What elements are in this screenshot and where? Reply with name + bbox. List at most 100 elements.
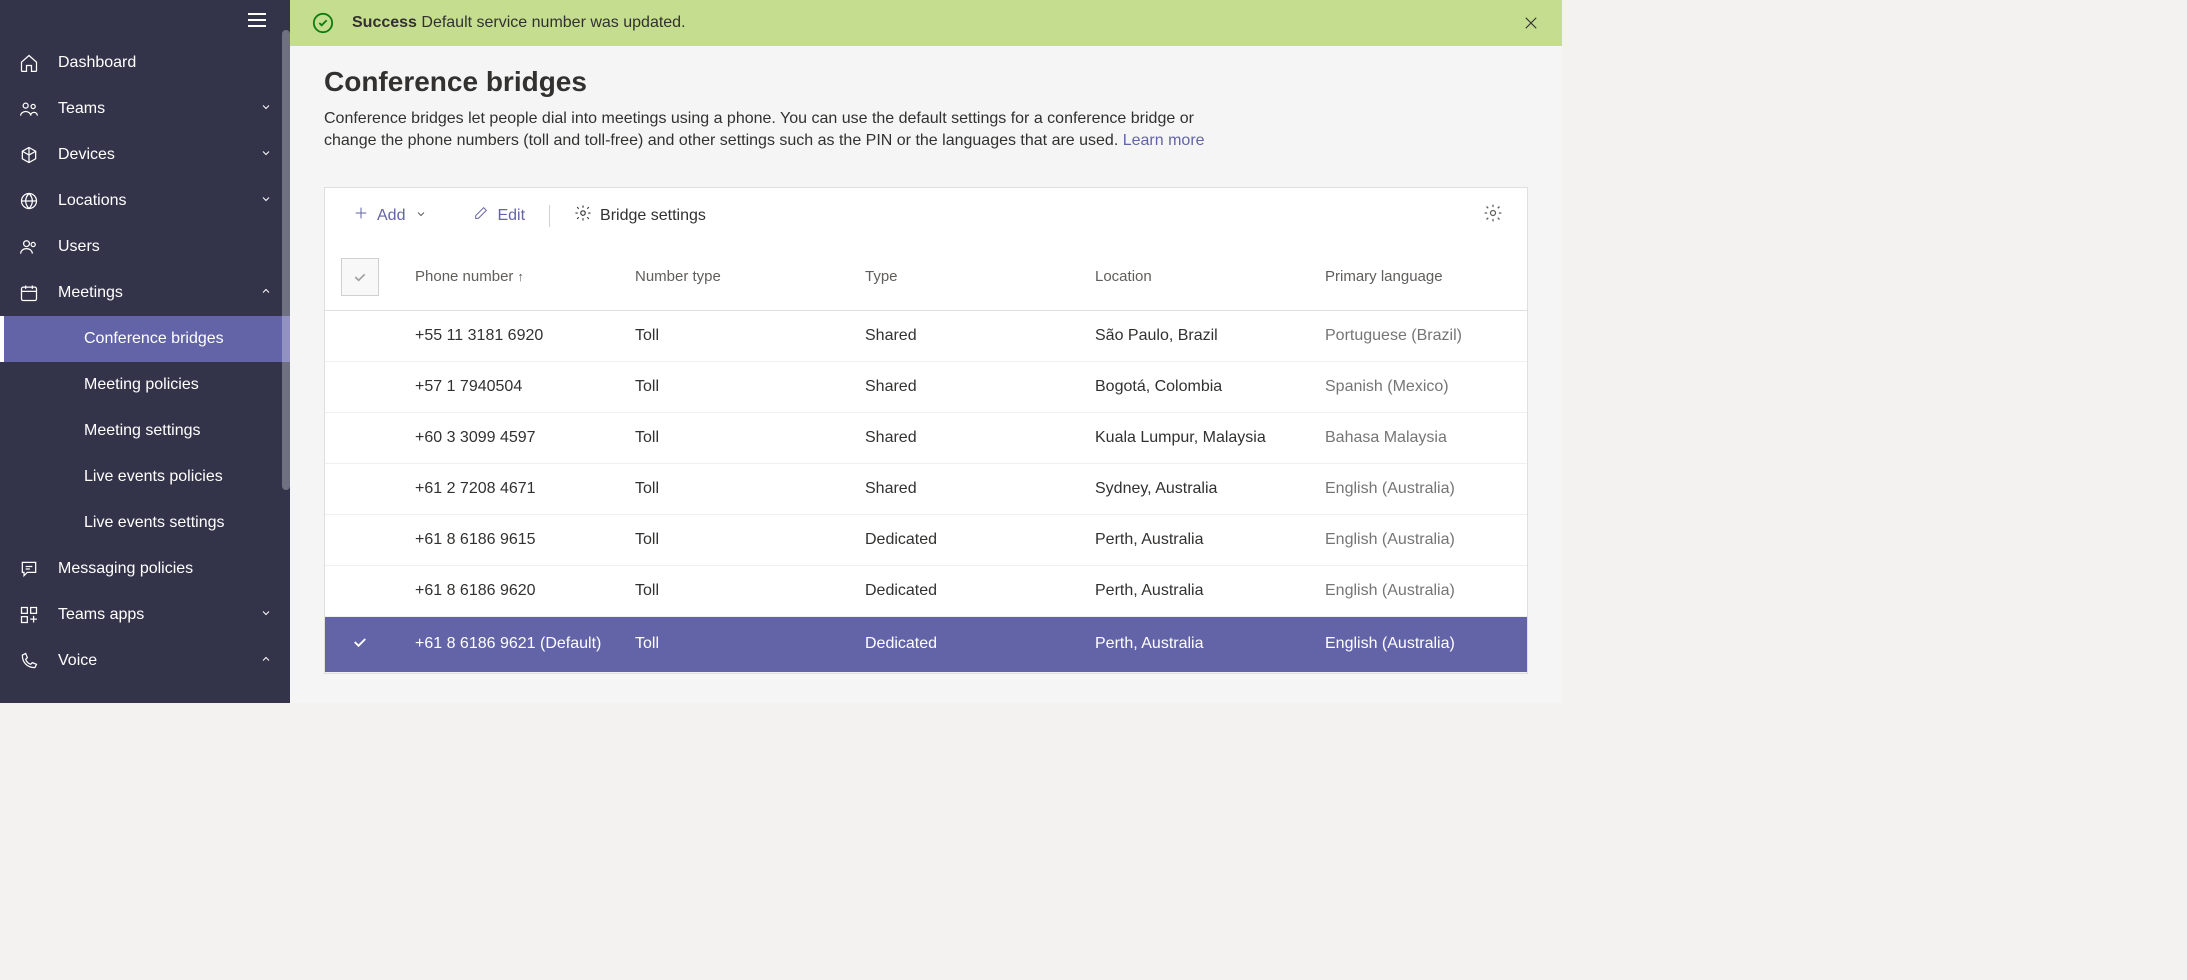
device-icon bbox=[18, 144, 40, 166]
select-all-checkbox[interactable] bbox=[341, 258, 379, 296]
edit-button[interactable]: Edit bbox=[463, 199, 535, 232]
select-all-header[interactable] bbox=[325, 244, 395, 311]
table-row[interactable]: +57 1 7940504 Toll Shared Bogotá, Colomb… bbox=[325, 361, 1527, 412]
sidebar-item-locations[interactable]: Locations bbox=[0, 178, 290, 224]
cell-location: Perth, Australia bbox=[1085, 565, 1315, 616]
cell-language: Bahasa Malaysia bbox=[1315, 412, 1527, 463]
row-select[interactable] bbox=[325, 514, 395, 565]
hamburger-icon bbox=[248, 13, 266, 27]
chevron-down-icon bbox=[260, 146, 272, 164]
cell-phone: +61 2 7208 4671 bbox=[395, 463, 625, 514]
cell-number-type: Toll bbox=[625, 310, 855, 361]
home-icon bbox=[18, 52, 40, 74]
cell-number-type: Toll bbox=[625, 412, 855, 463]
sidebar-item-voice[interactable]: Voice bbox=[0, 638, 290, 684]
cell-number-type: Toll bbox=[625, 361, 855, 412]
col-number-type[interactable]: Number type bbox=[625, 244, 855, 311]
sidebar-item-users[interactable]: Users bbox=[0, 224, 290, 270]
chevron-up-icon bbox=[260, 284, 272, 302]
sidebar-item-label: Teams bbox=[58, 100, 260, 118]
cell-type: Dedicated bbox=[855, 616, 1085, 672]
globe-icon bbox=[18, 190, 40, 212]
apps-icon bbox=[18, 604, 40, 626]
sidebar-item-label: Users bbox=[58, 238, 272, 256]
main-content: Success Default service number was updat… bbox=[290, 0, 1562, 703]
teams-icon bbox=[18, 98, 40, 120]
bridges-table: Phone number↑ Number type Type Location … bbox=[325, 244, 1527, 673]
cell-number-type: Toll bbox=[625, 565, 855, 616]
row-select[interactable] bbox=[325, 616, 395, 672]
sidebar-subitem-live-events-settings[interactable]: Live events settings bbox=[0, 500, 290, 546]
table-settings-button[interactable] bbox=[1477, 197, 1509, 234]
cell-type: Shared bbox=[855, 361, 1085, 412]
table-row[interactable]: +61 8 6186 9621 (Default) Toll Dedicated… bbox=[325, 616, 1527, 672]
cell-language: Portuguese (Brazil) bbox=[1315, 310, 1527, 361]
gear-icon bbox=[574, 204, 592, 227]
col-type[interactable]: Type bbox=[855, 244, 1085, 311]
table-row[interactable]: +55 11 3181 6920 Toll Shared São Paulo, … bbox=[325, 310, 1527, 361]
alert-close-button[interactable] bbox=[1522, 14, 1540, 32]
cell-language: English (Australia) bbox=[1315, 463, 1527, 514]
cell-location: Perth, Australia bbox=[1085, 616, 1315, 672]
cell-type: Dedicated bbox=[855, 514, 1085, 565]
cell-number-type: Toll bbox=[625, 514, 855, 565]
table-row[interactable]: +61 8 6186 9620 Toll Dedicated Perth, Au… bbox=[325, 565, 1527, 616]
cell-language: English (Australia) bbox=[1315, 616, 1527, 672]
sidebar-item-devices[interactable]: Devices bbox=[0, 132, 290, 178]
row-select[interactable] bbox=[325, 463, 395, 514]
cell-location: Kuala Lumpur, Malaysia bbox=[1085, 412, 1315, 463]
page-title: Conference bridges bbox=[324, 66, 1528, 98]
sidebar-subitem-live-events-policies[interactable]: Live events policies bbox=[0, 454, 290, 500]
cell-location: Bogotá, Colombia bbox=[1085, 361, 1315, 412]
sidebar-scrollbar[interactable] bbox=[282, 0, 290, 703]
table-row[interactable]: +61 8 6186 9615 Toll Dedicated Perth, Au… bbox=[325, 514, 1527, 565]
sidebar-subitem-conference-bridges[interactable]: Conference bridges bbox=[0, 316, 290, 362]
bridges-panel: Add Edit Bridge settings bbox=[324, 187, 1528, 674]
bridge-settings-button[interactable]: Bridge settings bbox=[564, 198, 716, 233]
chat-icon bbox=[18, 558, 40, 580]
scrollbar-thumb[interactable] bbox=[282, 30, 290, 490]
cell-location: São Paulo, Brazil bbox=[1085, 310, 1315, 361]
row-select[interactable] bbox=[325, 412, 395, 463]
toolbar: Add Edit Bridge settings bbox=[325, 188, 1527, 244]
table-row[interactable]: +60 3 3099 4597 Toll Shared Kuala Lumpur… bbox=[325, 412, 1527, 463]
sidebar-item-meetings[interactable]: Meetings bbox=[0, 270, 290, 316]
col-location[interactable]: Location bbox=[1085, 244, 1315, 311]
hamburger-menu[interactable] bbox=[0, 0, 290, 40]
success-alert: Success Default service number was updat… bbox=[290, 0, 1562, 46]
phone-icon bbox=[18, 650, 40, 672]
cell-phone: +61 8 6186 9621 (Default) bbox=[395, 616, 625, 672]
alert-text: Success Default service number was updat… bbox=[352, 14, 1522, 32]
cell-phone: +60 3 3099 4597 bbox=[395, 412, 625, 463]
cell-phone: +61 8 6186 9615 bbox=[395, 514, 625, 565]
cell-type: Shared bbox=[855, 412, 1085, 463]
sidebar-subitem-meeting-settings[interactable]: Meeting settings bbox=[0, 408, 290, 454]
page-header: Conference bridges Conference bridges le… bbox=[290, 46, 1562, 187]
row-select[interactable] bbox=[325, 361, 395, 412]
page-description: Conference bridges let people dial into … bbox=[324, 108, 1224, 153]
sidebar-item-dashboard[interactable]: Dashboard bbox=[0, 40, 290, 86]
add-button[interactable]: Add bbox=[343, 199, 437, 232]
learn-more-link[interactable]: Learn more bbox=[1123, 132, 1205, 149]
cell-number-type: Toll bbox=[625, 616, 855, 672]
table-row[interactable]: +61 2 7208 4671 Toll Shared Sydney, Aust… bbox=[325, 463, 1527, 514]
bridge-settings-label: Bridge settings bbox=[600, 207, 706, 225]
col-language[interactable]: Primary language bbox=[1315, 244, 1527, 311]
pencil-icon bbox=[473, 205, 489, 226]
sidebar-subitem-meeting-policies[interactable]: Meeting policies bbox=[0, 362, 290, 408]
col-phone[interactable]: Phone number↑ bbox=[395, 244, 625, 311]
cell-number-type: Toll bbox=[625, 463, 855, 514]
cell-location: Perth, Australia bbox=[1085, 514, 1315, 565]
sidebar-item-teams-apps[interactable]: Teams apps bbox=[0, 592, 290, 638]
row-select[interactable] bbox=[325, 565, 395, 616]
cell-language: English (Australia) bbox=[1315, 565, 1527, 616]
chevron-down-icon bbox=[415, 207, 427, 225]
calendar-icon bbox=[18, 282, 40, 304]
row-select[interactable] bbox=[325, 310, 395, 361]
sidebar-item-messaging-policies[interactable]: Messaging policies bbox=[0, 546, 290, 592]
cell-language: Spanish (Mexico) bbox=[1315, 361, 1527, 412]
sidebar-item-teams[interactable]: Teams bbox=[0, 86, 290, 132]
chevron-down-icon bbox=[260, 192, 272, 210]
sidebar-item-label: Meetings bbox=[58, 284, 260, 302]
table-header-row: Phone number↑ Number type Type Location … bbox=[325, 244, 1527, 311]
